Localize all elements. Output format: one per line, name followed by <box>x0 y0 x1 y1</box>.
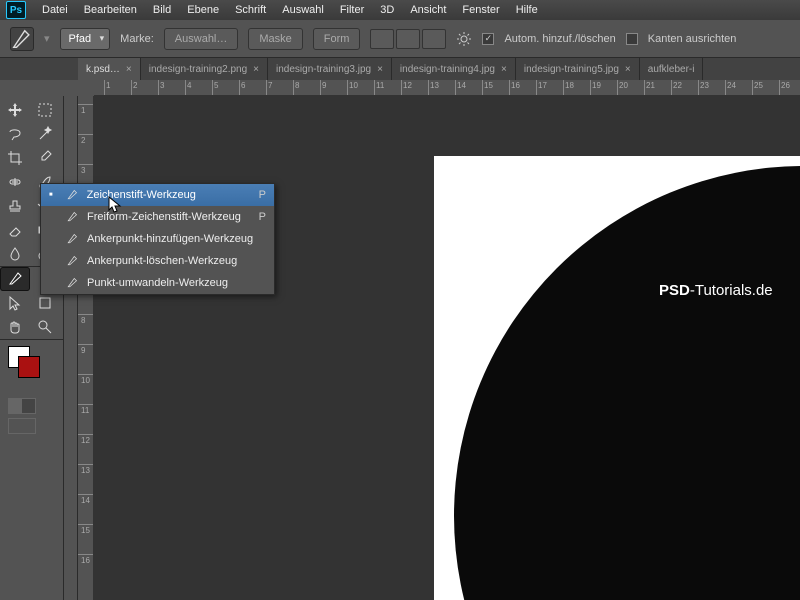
tab-label: indesign-training2.png <box>149 64 247 75</box>
pen-variant-icon <box>65 255 79 267</box>
menu-3d[interactable]: 3D <box>380 4 394 16</box>
flyout-shortcut: P <box>259 189 266 201</box>
color-swatches[interactable] <box>0 340 63 396</box>
make-label: Marke: <box>120 33 154 45</box>
close-icon[interactable]: × <box>625 64 631 75</box>
menu-schrift[interactable]: Schrift <box>235 4 266 16</box>
document-tab[interactable]: k.psd… × <box>78 58 141 80</box>
mode-dropdown[interactable]: Pfad <box>60 28 111 50</box>
close-icon[interactable]: × <box>253 64 259 75</box>
tab-label: indesign-training5.jpg <box>524 64 619 75</box>
pen-tool-indicator[interactable] <box>10 27 34 51</box>
lasso-tool[interactable] <box>0 122 30 146</box>
quickmask-toggle[interactable] <box>8 398 36 414</box>
tab-label: k.psd… <box>86 64 120 75</box>
gear-icon[interactable] <box>456 31 472 47</box>
path-op-2[interactable] <box>396 29 420 49</box>
zoom-tool[interactable] <box>30 315 60 339</box>
menu-fenster[interactable]: Fenster <box>462 4 499 16</box>
menu-ansicht[interactable]: Ansicht <box>410 4 446 16</box>
pen-tool[interactable] <box>0 267 30 291</box>
flyout-label: Ankerpunkt-löschen-Werkzeug <box>87 255 237 267</box>
menu-auswahl[interactable]: Auswahl <box>282 4 324 16</box>
panel-gutter <box>64 96 78 600</box>
document-tab[interactable]: indesign-training3.jpg × <box>268 58 392 80</box>
shape-button[interactable]: Form <box>313 28 361 50</box>
black-circle-shape <box>454 166 800 600</box>
path-op-1[interactable] <box>370 29 394 49</box>
path-op-3[interactable] <box>422 29 446 49</box>
menu-hilfe[interactable]: Hilfe <box>516 4 538 16</box>
screenmode-toggle[interactable] <box>8 418 36 434</box>
flyout-item[interactable]: Freiform-Zeichenstift-WerkzeugP <box>41 206 274 228</box>
healing-tool[interactable] <box>0 170 30 194</box>
ruler-vertical: 12345678910111213141516 <box>78 96 94 600</box>
align-edges-label: Kanten ausrichten <box>648 33 737 45</box>
document-tab[interactable]: aufkleber-i <box>640 58 704 80</box>
menu-ebene[interactable]: Ebene <box>187 4 219 16</box>
move-tool[interactable] <box>0 98 30 122</box>
magic-wand-tool[interactable] <box>30 122 60 146</box>
mouse-cursor <box>108 196 122 217</box>
document-tab[interactable]: indesign-training4.jpg × <box>392 58 516 80</box>
ruler-horizontal: 1234567891011121314151617181920212223242… <box>94 80 800 96</box>
tab-label: aufkleber-i <box>648 64 695 75</box>
menu-bar: Ps Datei Bearbeiten Bild Ebene Schrift Auswah… <box>0 0 800 20</box>
document-tabs: k.psd…×indesign-training2.png×indesign-t… <box>0 58 800 80</box>
flyout-item[interactable]: Ankerpunkt-löschen-Werkzeug <box>41 250 274 272</box>
pen-variant-icon <box>65 233 79 245</box>
tools-panel <box>0 96 64 600</box>
options-bar: ▾ Pfad Marke: Auswahl… Maske Form ✓ Auto… <box>0 20 800 58</box>
canvas-area[interactable]: PSD-Tutorials.de <box>94 96 800 600</box>
path-selection-tool[interactable] <box>0 291 30 315</box>
flyout-item[interactable]: Punkt-umwandeln-Werkzeug <box>41 272 274 294</box>
tab-label: indesign-training4.jpg <box>400 64 495 75</box>
eyedropper-tool[interactable] <box>30 146 60 170</box>
menu-datei[interactable]: Datei <box>42 4 68 16</box>
pen-tool-flyout: Zeichenstift-WerkzeugPFreiform-Zeichenst… <box>40 183 275 295</box>
close-icon[interactable]: × <box>377 64 383 75</box>
canvas[interactable] <box>434 156 800 600</box>
close-icon[interactable]: × <box>126 64 132 75</box>
marquee-tool[interactable] <box>30 98 60 122</box>
flyout-item[interactable]: Zeichenstift-Werkzeug P <box>41 184 274 206</box>
flyout-label: Zeichenstift-Werkzeug <box>87 189 196 201</box>
blur-tool[interactable] <box>0 242 30 266</box>
pen-variant-icon <box>65 189 79 201</box>
stamp-tool[interactable] <box>0 194 30 218</box>
hand-tool[interactable] <box>0 315 30 339</box>
align-edges-checkbox[interactable] <box>626 33 638 45</box>
menu-bild[interactable]: Bild <box>153 4 171 16</box>
eraser-tool[interactable] <box>0 218 30 242</box>
mode-value: Pfad <box>69 33 92 45</box>
mask-button[interactable]: Maske <box>248 28 302 50</box>
flyout-shortcut: P <box>259 211 266 223</box>
flyout-item[interactable]: Ankerpunkt-hinzufügen-Werkzeug <box>41 228 274 250</box>
close-icon[interactable]: × <box>501 64 507 75</box>
tab-label: indesign-training3.jpg <box>276 64 371 75</box>
menu-bearbeiten[interactable]: Bearbeiten <box>84 4 137 16</box>
pen-variant-icon <box>65 211 79 223</box>
brand-text: PSD-Tutorials.de <box>659 282 773 299</box>
document-tab[interactable]: indesign-training2.png × <box>141 58 268 80</box>
flyout-label: Punkt-umwandeln-Werkzeug <box>87 277 228 289</box>
pen-variant-icon <box>65 277 79 289</box>
app-logo: Ps <box>6 1 26 19</box>
flyout-label: Ankerpunkt-hinzufügen-Werkzeug <box>87 233 253 245</box>
crop-tool[interactable] <box>0 146 30 170</box>
selection-button[interactable]: Auswahl… <box>164 28 239 50</box>
background-swatch[interactable] <box>18 356 40 378</box>
menu-filter[interactable]: Filter <box>340 4 364 16</box>
auto-add-label: Autom. hinzuf./löschen <box>504 33 615 45</box>
auto-add-checkbox[interactable]: ✓ <box>482 33 494 45</box>
document-tab[interactable]: indesign-training5.jpg × <box>516 58 640 80</box>
